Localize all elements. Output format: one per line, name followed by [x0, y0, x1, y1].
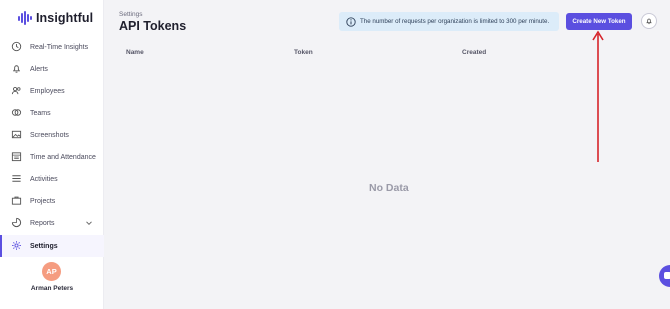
- sidebar-item-label: Time and Attendance: [30, 153, 96, 161]
- sidebar-item-time-and-attendance[interactable]: Time and Attendance: [0, 146, 104, 168]
- breadcrumb[interactable]: Settings: [119, 11, 143, 18]
- chevron-down-icon[interactable]: [85, 219, 93, 227]
- clock-icon: [11, 41, 22, 52]
- rate-limit-text: The number of requests per organization …: [360, 18, 550, 25]
- sidebar-item-label: Real-Time Insights: [30, 43, 89, 51]
- sidebar-item-reports[interactable]: Reports: [0, 212, 104, 234]
- bell-icon: [12, 65, 21, 73]
- sidebar: Insightful Real-Time Insights Alerts Emp…: [0, 0, 104, 309]
- rate-limit-banner: The number of requests per organization …: [339, 12, 559, 31]
- red-arrow-annotation: [592, 30, 604, 162]
- user-name[interactable]: Arman Peters: [0, 285, 104, 292]
- sidebar-item-screenshots[interactable]: Screenshots: [0, 124, 104, 146]
- avatar[interactable]: AP: [42, 262, 61, 281]
- screenshots-icon: [11, 130, 22, 139]
- sidebar-item-label: Projects: [30, 197, 56, 205]
- logo-icon: [18, 11, 32, 25]
- notifications-button[interactable]: [641, 13, 657, 29]
- column-header-created[interactable]: Created: [462, 49, 486, 56]
- info-icon: [346, 16, 356, 27]
- chat-support-button[interactable]: [659, 265, 670, 287]
- sidebar-item-label: Activities: [30, 175, 58, 183]
- reports-icon: [11, 217, 22, 228]
- sidebar-item-label: Settings: [30, 242, 58, 250]
- brand-name: Insightful: [35, 11, 94, 25]
- sidebar-item-label: Teams: [30, 109, 51, 117]
- sidebar-item-real-time-insights[interactable]: Real-Time Insights: [0, 36, 104, 58]
- teams-icon: [11, 109, 22, 116]
- briefcase-icon: [11, 196, 22, 205]
- gear-icon: [12, 241, 21, 250]
- chat-icon: [664, 272, 670, 279]
- empty-state-text: No Data: [369, 182, 409, 194]
- sidebar-item-projects[interactable]: Projects: [0, 190, 104, 212]
- sidebar-item-teams[interactable]: Teams: [0, 102, 104, 124]
- sidebar-item-settings[interactable]: Settings: [0, 235, 104, 257]
- sidebar-item-label: Employees: [30, 87, 65, 95]
- sidebar-item-alerts[interactable]: Alerts: [0, 58, 104, 80]
- column-header-token[interactable]: Token: [294, 49, 313, 56]
- sidebar-item-employees[interactable]: Employees: [0, 80, 104, 102]
- sidebar-item-activities[interactable]: Activities: [0, 168, 104, 190]
- sidebar-item-label: Alerts: [30, 65, 48, 73]
- people-icon: [11, 87, 21, 95]
- bell-icon: [646, 18, 652, 25]
- list-icon: [12, 175, 21, 182]
- sidebar-item-label: Reports: [30, 219, 55, 227]
- calendar-icon: [11, 152, 22, 162]
- brand-logo[interactable]: Insightful: [18, 9, 93, 27]
- page-title: API Tokens: [119, 19, 187, 33]
- sidebar-item-label: Screenshots: [30, 131, 69, 139]
- column-header-name[interactable]: Name: [126, 49, 144, 56]
